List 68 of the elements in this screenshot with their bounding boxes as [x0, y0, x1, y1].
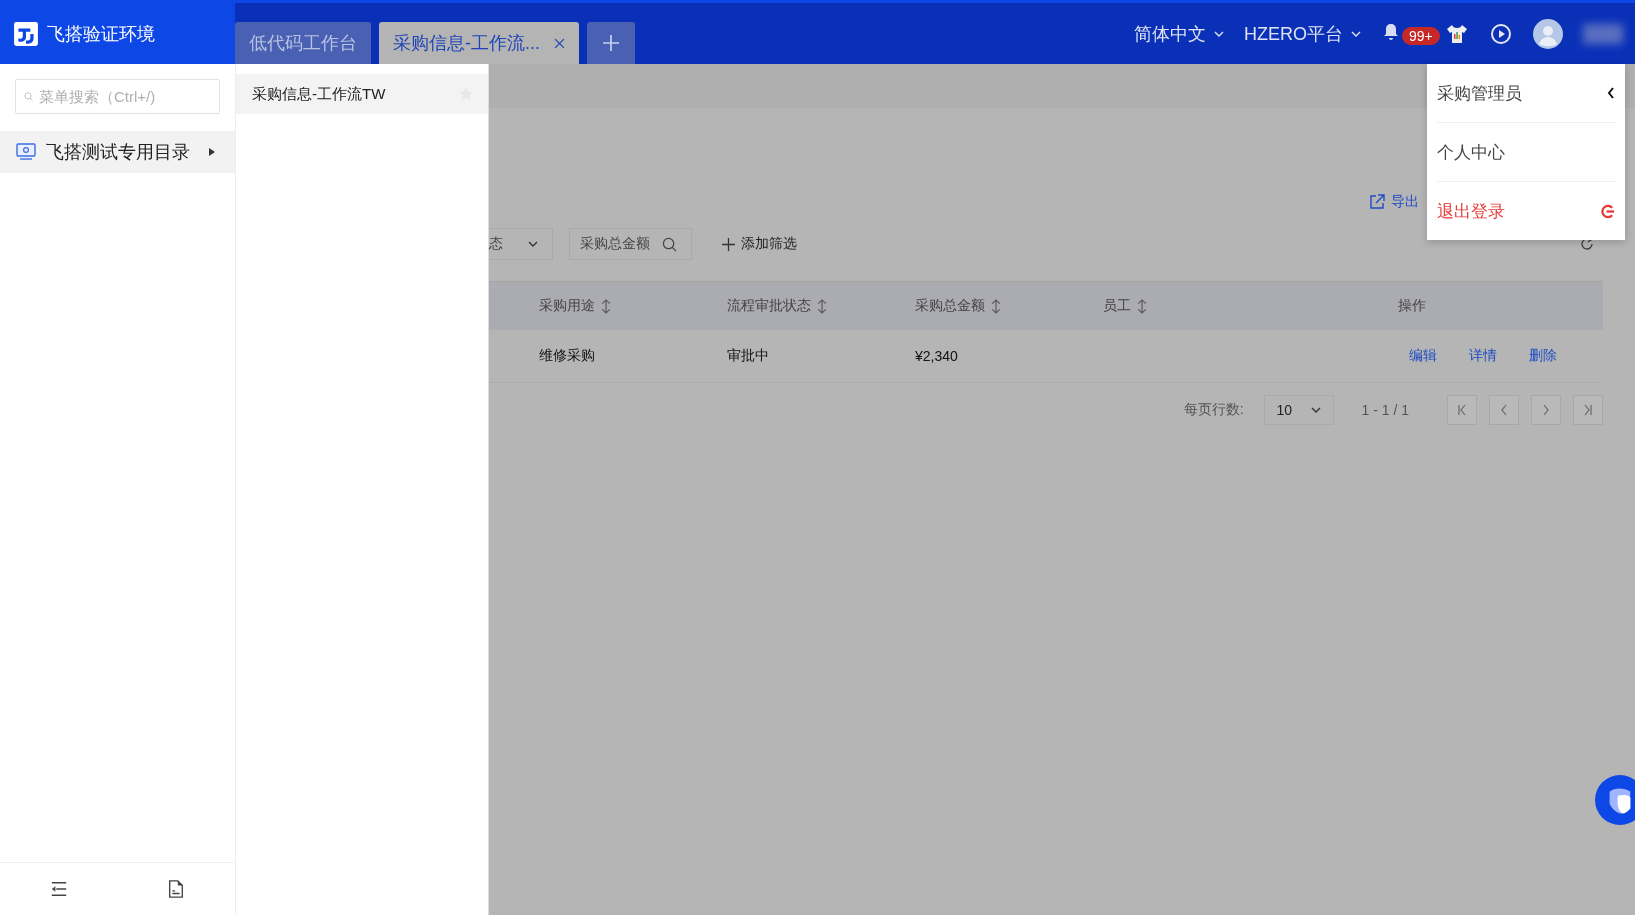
- first-page-button[interactable]: [1447, 395, 1477, 425]
- page-range: 1 - 1 / 1: [1361, 402, 1409, 418]
- filter-search-field[interactable]: 采购总金额: [569, 228, 692, 260]
- column-header[interactable]: 采购用途: [539, 297, 727, 315]
- document-icon[interactable]: [167, 880, 186, 898]
- caret-icon: [209, 148, 215, 156]
- blurred-username: [1583, 23, 1623, 44]
- submenu-label: 采购信息-工作流TW: [252, 84, 386, 104]
- user-menu-label: 退出登录: [1437, 200, 1505, 223]
- export-icon: [1369, 194, 1385, 210]
- app-title: 飞搭验证环境: [47, 22, 155, 46]
- play-icon[interactable]: [1489, 21, 1513, 46]
- caret-icon: [528, 241, 538, 247]
- plus-icon: [603, 35, 619, 51]
- export-link[interactable]: 导出: [1369, 192, 1419, 212]
- user-menu-label: 个人中心: [1437, 141, 1505, 164]
- collapse-icon[interactable]: [49, 880, 68, 898]
- sort-icon[interactable]: [601, 298, 611, 314]
- row-action-link[interactable]: 编辑: [1409, 347, 1437, 365]
- caret-icon: [1310, 407, 1321, 413]
- row-action-link[interactable]: 详情: [1469, 347, 1497, 365]
- monitor-icon: [16, 143, 36, 161]
- column-header[interactable]: 采购总金额: [915, 297, 1103, 315]
- close-icon[interactable]: [554, 37, 565, 49]
- chevron-left-icon: [1607, 87, 1615, 99]
- add-filter-button[interactable]: 添加筛选: [716, 234, 803, 254]
- new-tab-button[interactable]: [587, 22, 635, 64]
- sort-icon[interactable]: [991, 298, 1001, 314]
- sort-icon[interactable]: [1137, 298, 1147, 314]
- plus-icon: [722, 237, 735, 251]
- column-header[interactable]: 员工: [1103, 297, 1291, 315]
- tab[interactable]: 采购信息-工作流...: [379, 22, 579, 64]
- column-header[interactable]: 操作: [1291, 297, 1603, 315]
- last-page-icon: [1583, 404, 1593, 416]
- tab-label: 低代码工作台: [249, 32, 357, 55]
- menu-label: 飞搭测试专用目录: [46, 141, 190, 164]
- chevron-right-icon: [1541, 404, 1551, 416]
- logo-icon: [13, 20, 39, 47]
- sort-icon[interactable]: [817, 298, 827, 314]
- language-dropdown[interactable]: 简体中文: [1134, 21, 1224, 46]
- assistant-icon[interactable]: [1595, 775, 1635, 825]
- first-page-icon: [1457, 404, 1467, 416]
- caret-icon: [1214, 30, 1224, 37]
- submenu-item[interactable]: 采购信息-工作流TW: [236, 74, 488, 114]
- user-menu-item[interactable]: 退出登录: [1437, 182, 1615, 240]
- page-size-select[interactable]: 10: [1263, 395, 1334, 425]
- logout-icon: [1600, 203, 1615, 219]
- table-cell: ¥2,340: [915, 348, 958, 364]
- user-menu-item[interactable]: 个人中心: [1437, 123, 1615, 182]
- table-cell: 维修采购: [539, 347, 595, 365]
- platform-dropdown[interactable]: HZERO平台: [1244, 21, 1361, 46]
- table-cell: 审批中: [727, 347, 769, 365]
- tab-label: 采购信息-工作流...: [393, 32, 540, 55]
- tab[interactable]: 低代码工作台: [235, 22, 371, 64]
- column-header[interactable]: 流程审批状态: [727, 297, 915, 315]
- menu-item[interactable]: 飞搭测试专用目录: [0, 131, 235, 173]
- last-page-button[interactable]: [1573, 395, 1603, 425]
- search-icon: [662, 236, 677, 252]
- avatar-icon[interactable]: [1533, 18, 1563, 49]
- user-menu-label: 采购管理员: [1437, 82, 1522, 105]
- caret-icon: [1351, 30, 1361, 37]
- page-size-label: 每页行数:: [1183, 401, 1244, 419]
- user-menu-item[interactable]: 采购管理员: [1437, 64, 1615, 123]
- chevron-left-icon: [1499, 404, 1509, 416]
- notification-badge: 99+: [1402, 26, 1440, 45]
- row-action-link[interactable]: 删除: [1529, 347, 1557, 365]
- menu-search-field[interactable]: 菜单搜索（Ctrl+/): [15, 79, 220, 114]
- filter-select[interactable]: 态: [489, 228, 553, 260]
